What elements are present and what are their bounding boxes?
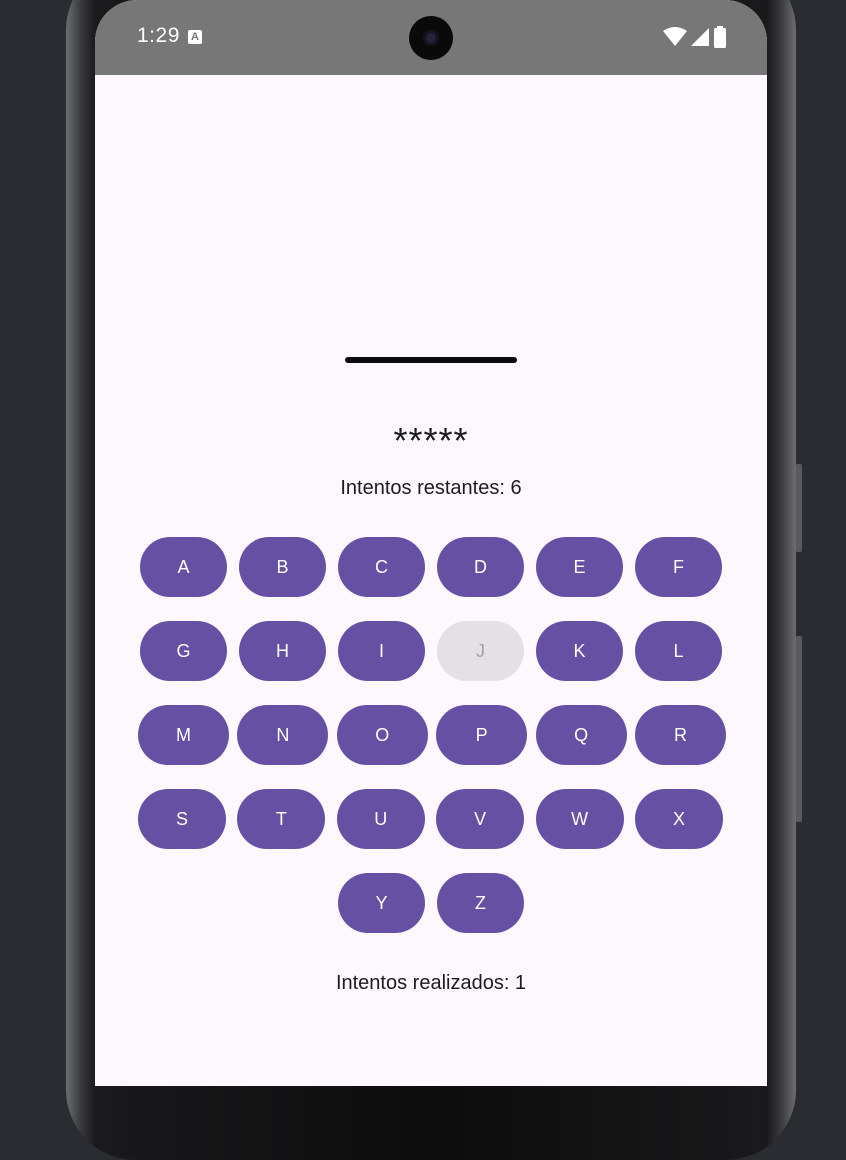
letter-key-m[interactable]: M xyxy=(138,705,229,765)
attempts-made: Intentos realizados: 1 xyxy=(335,972,527,994)
camera-lens xyxy=(423,30,439,46)
letter-key-w[interactable]: W xyxy=(535,789,624,849)
letter-key-e[interactable]: E xyxy=(536,537,623,597)
letter-key-o[interactable]: O xyxy=(336,705,428,765)
letter-key-l[interactable]: L xyxy=(635,621,722,681)
letter-key-j[interactable]: J xyxy=(437,621,524,681)
letter-key-v[interactable]: V xyxy=(436,789,525,849)
letter-key-f[interactable]: F xyxy=(635,537,722,597)
letter-key-g[interactable]: G xyxy=(140,621,227,681)
notification-icon: A xyxy=(188,30,202,44)
letter-key-s[interactable]: S xyxy=(138,789,226,849)
letter-key-x[interactable]: X xyxy=(635,789,723,849)
letter-key-c[interactable]: C xyxy=(338,537,425,597)
app-screen: 1:29 A ***** Intentos restantes: 6 ABCDE… xyxy=(95,0,767,1086)
signal-icon xyxy=(691,28,709,46)
letter-key-u[interactable]: U xyxy=(336,789,425,849)
letter-key-i[interactable]: I xyxy=(338,621,425,681)
letter-key-a[interactable]: A xyxy=(140,537,227,597)
remaining-attempts: Intentos restantes: 6 xyxy=(340,477,522,499)
letter-key-z[interactable]: Z xyxy=(437,873,524,933)
hidden-word: ***** xyxy=(393,420,469,461)
power-button xyxy=(796,636,802,822)
wifi-icon xyxy=(663,27,687,46)
gallows-base xyxy=(345,357,517,363)
letter-key-t[interactable]: T xyxy=(237,789,326,849)
letter-key-n[interactable]: N xyxy=(237,705,329,765)
letter-key-k[interactable]: K xyxy=(536,621,623,681)
volume-button xyxy=(796,464,802,552)
letter-key-p[interactable]: P xyxy=(436,705,528,765)
letter-key-b[interactable]: B xyxy=(239,537,326,597)
letter-key-y[interactable]: Y xyxy=(338,873,425,933)
status-time: 1:29 xyxy=(137,24,180,47)
status-bar: 1:29 A xyxy=(95,0,767,75)
letter-key-q[interactable]: Q xyxy=(535,705,627,765)
letter-key-h[interactable]: H xyxy=(239,621,326,681)
battery-icon xyxy=(714,26,726,48)
letter-key-r[interactable]: R xyxy=(635,705,726,765)
front-camera xyxy=(409,16,453,60)
status-icons xyxy=(663,26,727,48)
letter-key-d[interactable]: D xyxy=(437,537,524,597)
